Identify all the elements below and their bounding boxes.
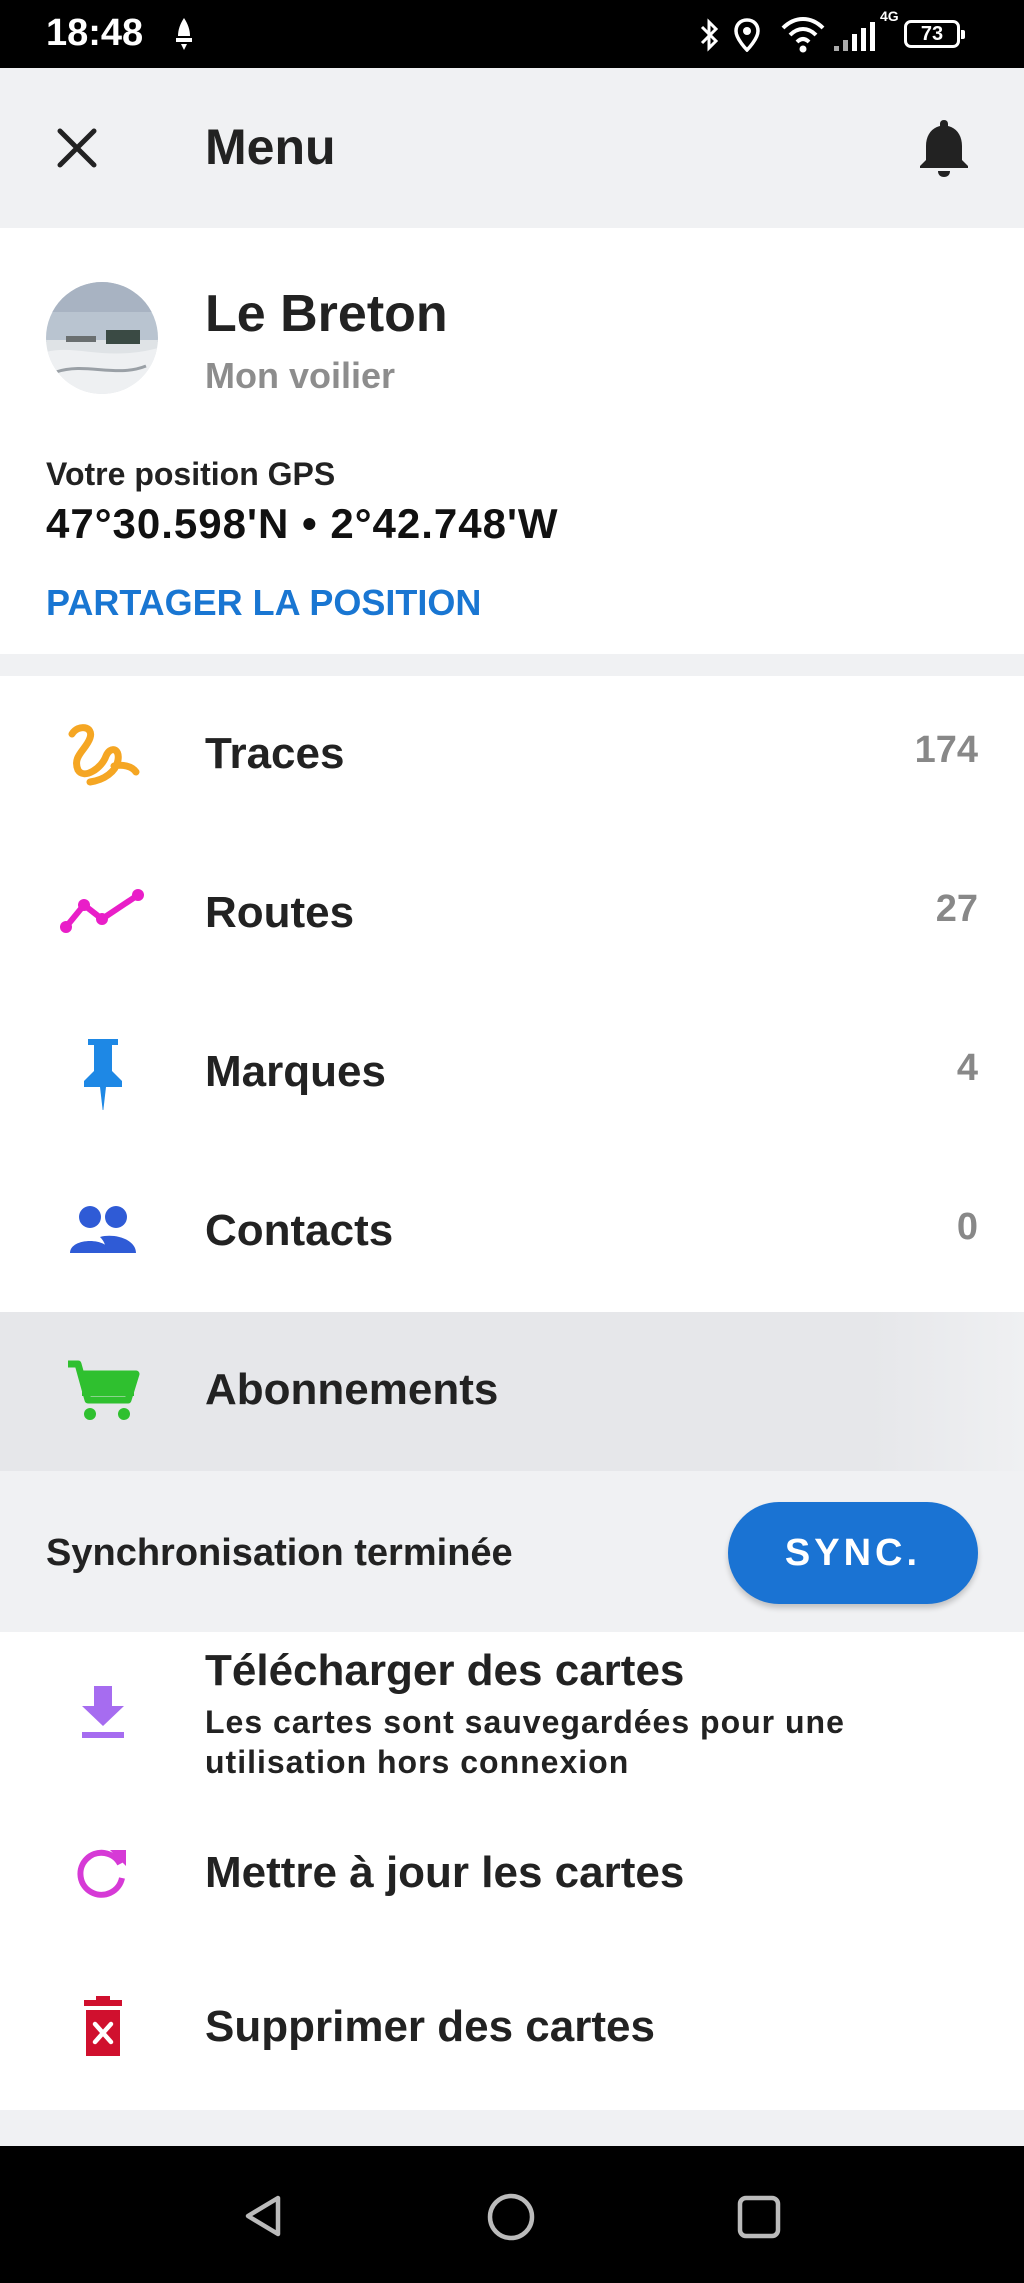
avatar[interactable] xyxy=(46,282,158,394)
traces-icon xyxy=(68,724,140,786)
download-maps-item[interactable]: Télécharger des cartes Les cartes sont s… xyxy=(0,1632,1024,1792)
contacts-icon xyxy=(70,1206,136,1253)
routes-count: 27 xyxy=(935,888,978,930)
menu-header: Menu xyxy=(0,68,1024,228)
menu-item-label: Traces xyxy=(205,729,345,778)
menu-item-abonnements[interactable]: Abonnements xyxy=(0,1312,1024,1471)
profile-name: Le Breton xyxy=(205,285,448,343)
notification-icon xyxy=(176,18,192,50)
pushpin-icon xyxy=(84,1039,122,1110)
marques-count: 4 xyxy=(956,1047,978,1089)
menu-item-label: Abonnements xyxy=(205,1365,499,1414)
download-maps-title: Télécharger des cartes xyxy=(205,1646,685,1695)
battery-indicator: 73 xyxy=(904,20,965,48)
menu-list: Traces 174 Routes 27 Marques 4 Contacts … xyxy=(0,676,1024,1471)
status-time: 18:48 xyxy=(46,12,144,54)
bell-icon[interactable] xyxy=(918,116,970,178)
signal-icon xyxy=(834,22,875,51)
traces-count: 174 xyxy=(914,729,978,771)
profile-card: Le Breton Mon voilier Votre position GPS… xyxy=(0,228,1024,654)
bluetooth-icon xyxy=(700,18,719,52)
share-position-link[interactable]: PARTAGER LA POSITION xyxy=(46,582,481,624)
recents-icon[interactable] xyxy=(736,2194,782,2240)
gps-label: Votre position GPS xyxy=(46,456,336,492)
menu-item-routes[interactable]: Routes 27 xyxy=(0,835,1024,994)
menu-item-marques[interactable]: Marques 4 xyxy=(0,994,1024,1153)
back-icon[interactable] xyxy=(242,2192,286,2240)
routes-icon xyxy=(60,889,144,933)
menu-item-label: Marques xyxy=(205,1047,386,1096)
navigation-bar xyxy=(0,2146,1024,2283)
maps-section: Télécharger des cartes Les cartes sont s… xyxy=(0,1632,1024,2110)
update-maps-label: Mettre à jour les cartes xyxy=(205,1848,685,1897)
cart-icon xyxy=(68,1360,140,1420)
location-icon xyxy=(734,18,760,52)
download-maps-subtitle: Les cartes sont sauvegardées pour une ut… xyxy=(205,1704,845,1780)
download-icon xyxy=(82,1686,124,1738)
page-title: Menu xyxy=(205,119,336,175)
status-bar: 18:48 4G 73 xyxy=(0,0,1024,68)
home-icon[interactable] xyxy=(486,2192,536,2242)
refresh-icon xyxy=(77,1849,126,1898)
gps-coordinates: 47°30.598'N • 2°42.748'W xyxy=(46,500,559,547)
menu-item-contacts[interactable]: Contacts 0 xyxy=(0,1153,1024,1312)
delete-maps-label: Supprimer des cartes xyxy=(205,2002,655,2051)
menu-item-label: Routes xyxy=(205,888,355,937)
sync-button[interactable]: SYNC. xyxy=(728,1502,978,1604)
network-type: 4G xyxy=(880,8,899,24)
update-maps-item[interactable]: Mettre à jour les cartes xyxy=(0,1792,1024,1952)
delete-icon xyxy=(84,1996,122,2056)
contacts-count: 0 xyxy=(956,1206,978,1248)
sync-section: Synchronisation terminée SYNC. xyxy=(0,1474,1024,1632)
close-icon[interactable] xyxy=(52,123,102,173)
delete-maps-item[interactable]: Supprimer des cartes xyxy=(0,1952,1024,2110)
sync-status: Synchronisation terminée xyxy=(46,1532,513,1574)
menu-item-traces[interactable]: Traces 174 xyxy=(0,676,1024,835)
profile-boat: Mon voilier xyxy=(205,355,396,396)
wifi-icon xyxy=(781,17,825,53)
menu-item-label: Contacts xyxy=(205,1206,394,1255)
